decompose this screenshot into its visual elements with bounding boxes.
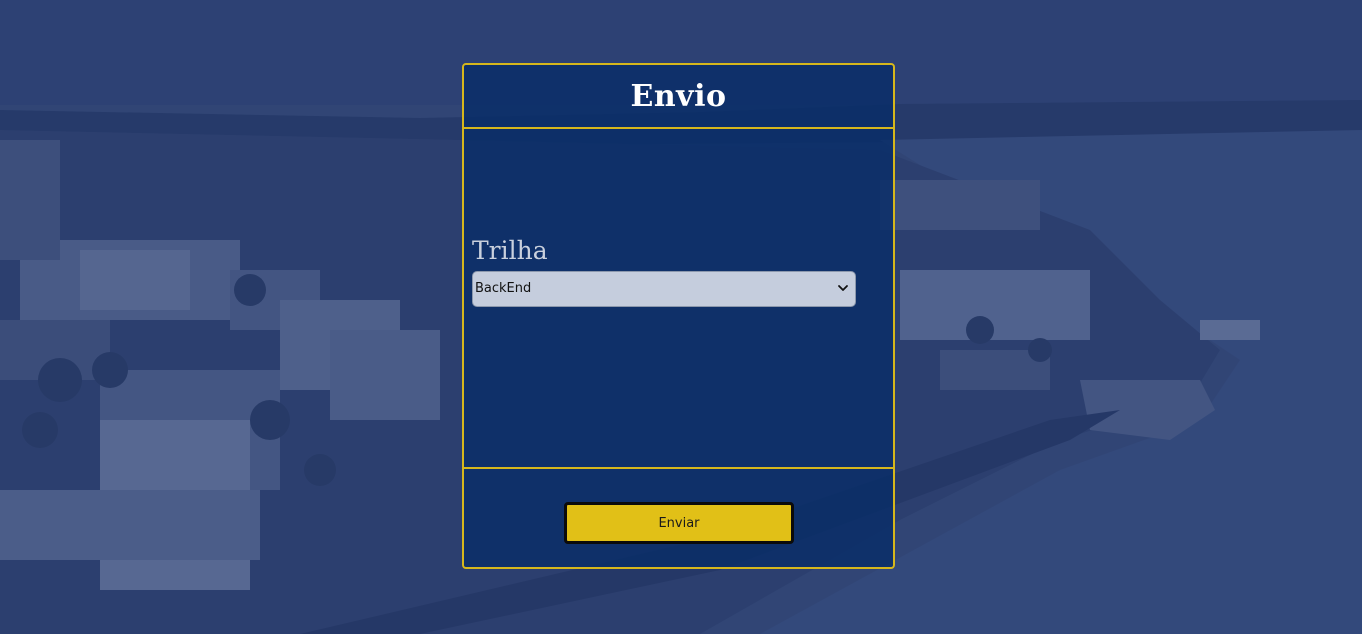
chevron-down-icon	[838, 285, 848, 291]
page-title: Envio	[630, 78, 727, 114]
trilha-label: Trilha	[472, 236, 548, 265]
trilha-select[interactable]: BackEnd	[472, 271, 856, 307]
card-body: Trilha BackEnd	[464, 129, 893, 469]
trilha-select-value: BackEnd	[475, 281, 532, 296]
card-header: Envio	[464, 65, 893, 129]
submit-button[interactable]: Enviar	[564, 502, 794, 544]
trilha-field: Trilha BackEnd	[472, 235, 856, 307]
card-footer: Enviar	[464, 469, 893, 567]
submission-card: Envio Trilha BackEnd Enviar	[462, 63, 895, 569]
